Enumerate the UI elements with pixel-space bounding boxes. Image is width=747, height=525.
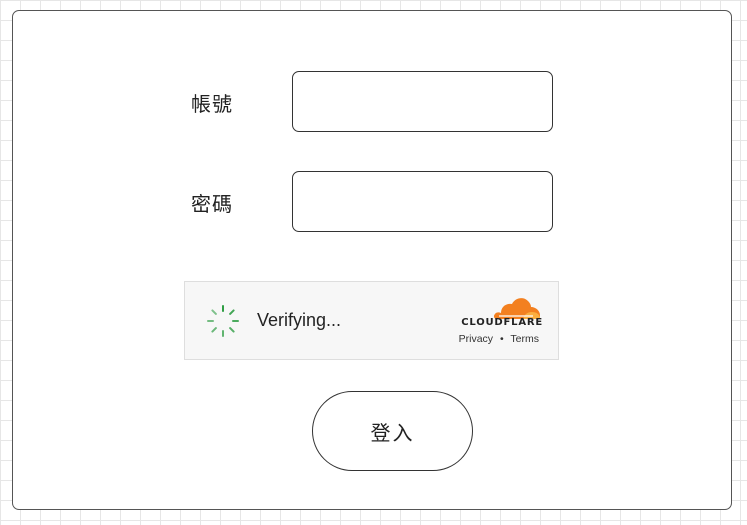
cloudflare-wordmark: CLOUDFLARE (461, 317, 543, 328)
terms-link[interactable]: Terms (510, 333, 539, 345)
login-button[interactable]: 登入 (312, 391, 473, 471)
turnstile-footer-links: Privacy • Terms (459, 333, 539, 345)
login-card: 帳號 密碼 Verifying... CLOUDFLARE Privacy • … (12, 10, 732, 510)
link-separator: • (499, 333, 504, 345)
loading-spinner-icon (207, 305, 239, 337)
privacy-link[interactable]: Privacy (459, 333, 493, 345)
password-label: 密碼 (191, 192, 233, 216)
password-input[interactable] (292, 171, 553, 232)
verification-status-text: Verifying... (257, 310, 342, 330)
username-label: 帳號 (191, 92, 233, 116)
username-input[interactable] (292, 71, 553, 132)
cloudflare-turnstile-widget[interactable]: Verifying... CLOUDFLARE Privacy • Terms (184, 281, 559, 360)
